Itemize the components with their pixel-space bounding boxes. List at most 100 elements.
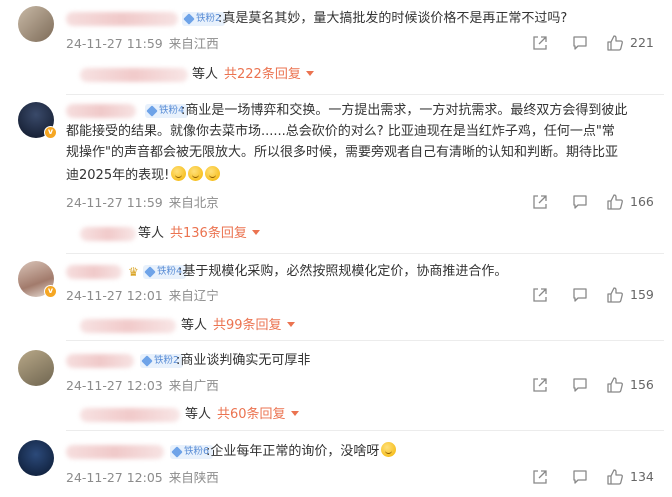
comment-actions: 166 bbox=[532, 193, 662, 211]
dropdown-arrow-icon bbox=[305, 71, 314, 76]
comment-item: 铁粉2 :商业谈判确实无可厚非 24-11-27 12:03 来自广西 156 等… bbox=[0, 342, 672, 430]
like-icon[interactable] bbox=[606, 286, 624, 304]
username-blurred[interactable] bbox=[66, 104, 136, 118]
comment-location: 来自广西 bbox=[168, 378, 219, 393]
comment-actions: 156 bbox=[532, 376, 662, 394]
comment-actions: 159 bbox=[532, 286, 662, 304]
like-count: 221 bbox=[630, 35, 654, 50]
reply-count-link[interactable]: 等人 共136条回复 bbox=[138, 225, 260, 243]
comment-meta: 24-11-27 12:01 来自辽宁 bbox=[66, 288, 219, 304]
reply-count: 共99条回复 bbox=[213, 318, 282, 333]
vip-badge-icon: v bbox=[44, 285, 57, 298]
comment-meta: 24-11-27 12:03 来自广西 bbox=[66, 378, 219, 394]
username-blurred[interactable] bbox=[66, 354, 134, 368]
share-icon[interactable] bbox=[532, 377, 548, 393]
share-icon[interactable] bbox=[532, 35, 548, 51]
comment-text: :真是莫名其妙，量大搞批发的时候谈价格不是再正常不过吗? bbox=[218, 11, 568, 26]
comment-icon[interactable] bbox=[572, 35, 588, 51]
blush-emoji-icon bbox=[381, 442, 397, 457]
fan-badge-icon bbox=[141, 355, 153, 367]
avatar[interactable] bbox=[18, 350, 54, 386]
like-count: 134 bbox=[630, 469, 654, 484]
comment-text: :企业每年正常的询价，没啥呀 bbox=[206, 442, 397, 462]
reply-users-blurred bbox=[80, 68, 188, 82]
smile-emoji-icon bbox=[171, 166, 187, 181]
comment-item: v ♛ 铁粉4 :基于规模化采购，必然按照规模化定价，协商推进合作。 24-11… bbox=[0, 255, 672, 341]
like-icon[interactable] bbox=[606, 193, 624, 211]
reply-count: 共222条回复 bbox=[224, 67, 301, 82]
comment-location: 来自江西 bbox=[168, 36, 219, 51]
like-icon[interactable] bbox=[606, 376, 624, 394]
username-blurred[interactable] bbox=[66, 12, 178, 26]
comment-meta: 24-11-27 11:59 来自江西 bbox=[66, 36, 219, 52]
fan-badge-icon bbox=[144, 266, 156, 278]
divider bbox=[66, 340, 664, 341]
share-icon[interactable] bbox=[532, 287, 548, 303]
comment-icon[interactable] bbox=[572, 194, 588, 210]
comment-text-body: 商业谈判确实无可厚非 bbox=[180, 353, 311, 368]
reply-prefix: 等人 bbox=[185, 407, 212, 422]
comment-item: v 铁粉4 :商业是一场博弈和交换。一方提出需求，一方对抗需求。最终双方会得到彼… bbox=[0, 96, 672, 256]
like-count: 159 bbox=[630, 287, 654, 302]
dropdown-arrow-icon bbox=[286, 322, 295, 327]
comment-text: :商业谈判确实无可厚非 bbox=[176, 353, 311, 368]
comment-time: 24-11-27 11:59 bbox=[66, 195, 163, 210]
fan-badge-icon bbox=[146, 105, 158, 117]
comment-text-line: 商业是一场博弈和交换。一方提出需求，一方对抗需求。最终双方会得到彼此 bbox=[185, 103, 628, 118]
dropdown-arrow-icon bbox=[251, 230, 260, 235]
like-icon[interactable] bbox=[606, 468, 624, 486]
comment-location: 来自陕西 bbox=[168, 470, 219, 485]
comment-text-body: 真是莫名其妙，量大搞批发的时候谈价格不是再正常不过吗? bbox=[222, 11, 568, 26]
fan-badge-icon bbox=[183, 13, 195, 25]
comment-time: 24-11-27 12:05 bbox=[66, 470, 163, 485]
reply-prefix: 等人 bbox=[181, 318, 208, 333]
reply-count: 共60条回复 bbox=[217, 407, 286, 422]
username-blurred[interactable] bbox=[66, 445, 164, 459]
reply-prefix: 等人 bbox=[192, 67, 219, 82]
dropdown-arrow-icon bbox=[290, 411, 299, 416]
reply-users-blurred bbox=[80, 227, 136, 241]
reply-count: 共136条回复 bbox=[170, 226, 247, 241]
reply-users-blurred bbox=[80, 319, 176, 333]
comment-item: 铁粉2 :真是莫名其妙，量大搞批发的时候谈价格不是再正常不过吗? 24-11-2… bbox=[0, 0, 672, 98]
comment-meta: 24-11-27 12:05 来自陕西 bbox=[66, 470, 219, 486]
comment-text-line: 迪2025年的表现! bbox=[66, 166, 221, 186]
vip-badge-icon: v bbox=[44, 126, 57, 139]
comment-time: 24-11-27 12:01 bbox=[66, 288, 163, 303]
avatar[interactable] bbox=[18, 6, 54, 42]
comment-location: 来自北京 bbox=[168, 195, 219, 210]
reply-users-blurred bbox=[80, 408, 180, 422]
comment-meta: 24-11-27 11:59 来自北京 bbox=[66, 195, 219, 211]
username-blurred[interactable] bbox=[66, 265, 122, 279]
reply-count-link[interactable]: 等人 共60条回复 bbox=[185, 406, 299, 424]
comment-text-line: 规操作"的声音都会被无限放大。所以很多时候，需要旁观者自己有清晰的认知和判断。期… bbox=[66, 145, 618, 160]
avatar[interactable] bbox=[18, 440, 54, 476]
comment-location: 来自辽宁 bbox=[168, 288, 219, 303]
share-icon[interactable] bbox=[532, 469, 548, 485]
divider bbox=[66, 94, 664, 95]
comment-text-body: 基于规模化采购，必然按照规模化定价，协商推进合作。 bbox=[182, 264, 508, 279]
reply-count-link[interactable]: 等人 共99条回复 bbox=[181, 317, 295, 335]
divider bbox=[66, 253, 664, 254]
comment-icon[interactable] bbox=[572, 377, 588, 393]
reply-prefix: 等人 bbox=[138, 226, 165, 241]
comment-text-end: 迪2025年的表现! bbox=[66, 168, 170, 183]
comment-text: :商业是一场博弈和交换。一方提出需求，一方对抗需求。最终双方会得到彼此 bbox=[181, 103, 628, 118]
comment-text: :基于规模化采购，必然按照规模化定价，协商推进合作。 bbox=[178, 264, 508, 279]
comment-actions: 221 bbox=[532, 34, 662, 52]
comment-icon[interactable] bbox=[572, 469, 588, 485]
fan-badge-icon bbox=[171, 446, 183, 458]
divider bbox=[66, 430, 664, 431]
comment-text-line: 都能接受的结果。就像你去菜市场......总会砍价的对么? 比亚迪现在是当红炸子… bbox=[66, 124, 615, 139]
like-icon[interactable] bbox=[606, 34, 624, 52]
comment-icon[interactable] bbox=[572, 287, 588, 303]
share-icon[interactable] bbox=[532, 194, 548, 210]
like-count: 166 bbox=[630, 194, 654, 209]
comment-actions: 134 bbox=[532, 468, 662, 486]
reply-count-link[interactable]: 等人 共222条回复 bbox=[192, 66, 314, 84]
smile-emoji-icon bbox=[188, 166, 204, 181]
comment-time: 24-11-27 12:03 bbox=[66, 378, 163, 393]
crown-icon: ♛ bbox=[128, 265, 139, 279]
comment-text-body: 企业每年正常的询价，没啥呀 bbox=[210, 444, 380, 459]
like-count: 156 bbox=[630, 377, 654, 392]
